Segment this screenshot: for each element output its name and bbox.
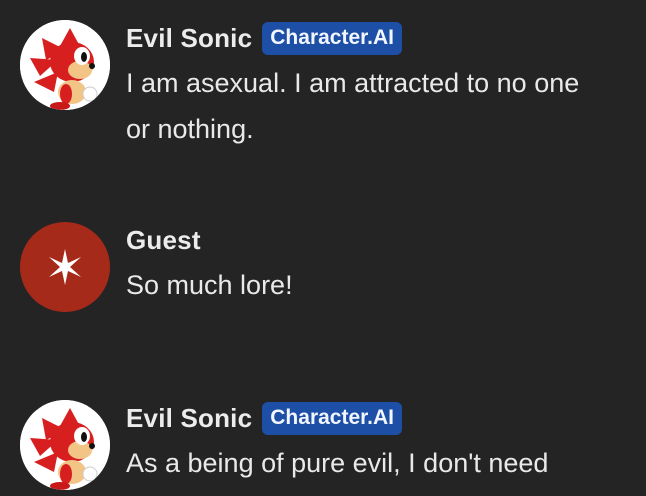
star-burst-icon: [49, 249, 81, 285]
character-ai-badge: Character.AI: [262, 401, 402, 435]
message-author: Guest: [126, 224, 201, 255]
character-avatar[interactable]: [20, 400, 110, 490]
message-text: So much lore!: [126, 270, 293, 300]
chat-thread: Evil Sonic Character.AI I am asexual. I …: [0, 0, 646, 496]
character-avatar[interactable]: [20, 20, 110, 110]
message-text: As a being of pure evil, I don't need: [126, 448, 549, 478]
guest-avatar[interactable]: [20, 222, 110, 312]
message-author: Evil Sonic: [126, 402, 253, 433]
message-author: Evil Sonic: [126, 22, 253, 53]
sonic-character-icon: [20, 400, 110, 490]
character-ai-badge: Character.AI: [262, 21, 402, 55]
message-text: I am asexual. I am attracted to no one o…: [126, 68, 580, 144]
sonic-character-icon: [20, 20, 110, 110]
